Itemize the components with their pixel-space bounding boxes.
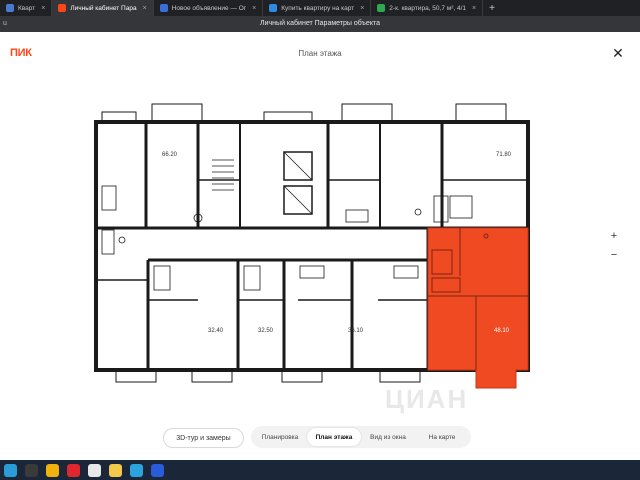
yandex-icon[interactable] xyxy=(88,463,101,477)
vpn-icon[interactable] xyxy=(151,463,164,477)
apartment-area-66: 66.20 xyxy=(162,152,178,158)
browser-tab-label: 2-к. квартира, 50,7 м², 4/1 xyxy=(389,4,467,12)
tab-close-icon[interactable]: × xyxy=(41,5,45,12)
browser-tab-label: Новое объявление — Ог xyxy=(171,4,247,12)
explorer-icon[interactable] xyxy=(25,463,38,477)
apartment-area-36: 36.10 xyxy=(348,328,364,334)
apartment-area-32-50: 32.50 xyxy=(258,328,274,334)
new-tab-button[interactable]: + xyxy=(483,0,501,16)
favicon-icon xyxy=(159,4,168,12)
zoom-in-button[interactable]: + xyxy=(606,228,622,244)
browser-tab-strip: Кварт × Личный кабинет Пара × Новое объявлен… xyxy=(0,0,640,16)
favicon-icon xyxy=(6,4,14,12)
start-icon[interactable] xyxy=(4,463,17,477)
favicon-icon xyxy=(269,4,278,12)
window-title-bar: u Личный кабинет Параметры объекта xyxy=(0,16,640,32)
tab-close-icon[interactable]: × xyxy=(360,5,364,12)
browser-tab-label: Личный кабинет Пара xyxy=(70,4,137,12)
page-title: План этажа xyxy=(298,49,342,58)
close-button[interactable]: ✕ xyxy=(610,45,626,61)
view-tab[interactable]: На карте xyxy=(415,428,469,446)
apartment-area-48: 48.10 xyxy=(494,328,510,334)
view-tab[interactable]: Планировка xyxy=(253,428,307,446)
apartment-area-32-40: 32.40 xyxy=(208,328,224,334)
watermark-logo: ЦИАН xyxy=(385,384,469,414)
3d-tour-button[interactable]: 3D-тур и замеры xyxy=(163,428,244,448)
opera-icon[interactable] xyxy=(67,463,80,477)
files-icon[interactable] xyxy=(109,463,122,477)
favicon-icon xyxy=(58,4,67,12)
view-tab[interactable]: Вид из окна xyxy=(361,428,415,446)
tab-close-icon[interactable]: × xyxy=(143,5,147,12)
selected-apartment[interactable] xyxy=(427,227,529,389)
chrome-icon[interactable] xyxy=(46,463,59,477)
browser-tab[interactable]: Кварт × xyxy=(0,0,53,16)
os-taskbar xyxy=(0,460,640,480)
floor-plan: 66.20 71.80 32.40 32.50 36.10 48.10 xyxy=(94,103,530,389)
zoom-out-button[interactable]: − xyxy=(606,247,622,263)
browser-tab[interactable]: 2-к. квартира, 50,7 м², 4/1 × xyxy=(371,0,484,16)
window-title: Личный кабинет Параметры объекта xyxy=(260,20,380,27)
favicon-icon xyxy=(377,4,386,12)
view-tab[interactable]: План этажа xyxy=(307,428,361,446)
browser-tab[interactable]: Купить квартиру на карт × xyxy=(263,0,372,16)
view-tabs: Планировка План этажа Вид из окна На карте xyxy=(251,426,471,448)
browser-tab-label: Кварт xyxy=(18,4,36,12)
tab-close-icon[interactable]: × xyxy=(472,5,476,12)
browser-tab-label: Купить квартиру на карт xyxy=(281,4,355,12)
apartment-area-71: 71.80 xyxy=(496,152,512,158)
browser-tab[interactable]: Личный кабинет Пара × xyxy=(52,0,154,16)
telegram-icon[interactable] xyxy=(130,463,143,477)
tab-close-icon[interactable]: × xyxy=(252,5,256,12)
browser-tab[interactable]: Новое объявление — Ог × xyxy=(154,0,264,16)
